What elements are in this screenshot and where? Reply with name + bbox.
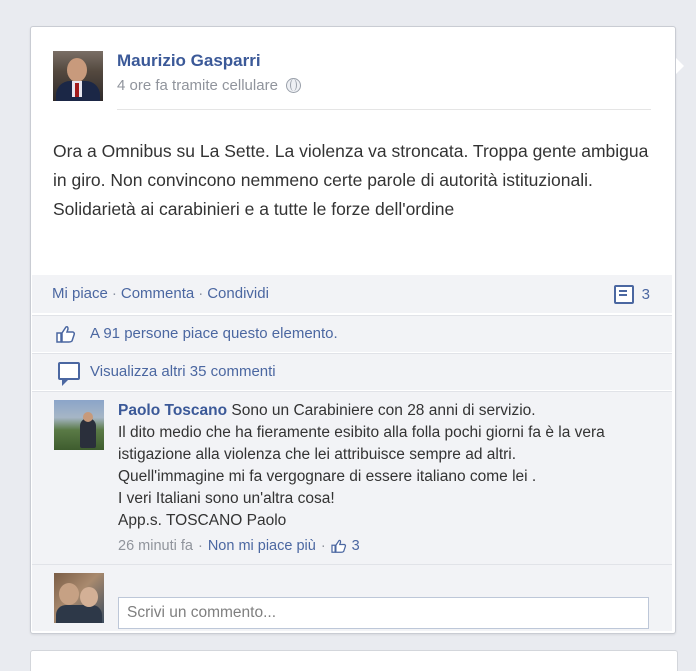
likes-text[interactable]: A 91 persone piace questo elemento. bbox=[90, 325, 338, 342]
share-link[interactable]: Condividi bbox=[207, 285, 269, 302]
avatar-face-1 bbox=[59, 583, 79, 605]
unlike-link[interactable]: Non mi piace più bbox=[208, 538, 316, 554]
avatar-person bbox=[80, 418, 96, 448]
action-links: Mi piace · Commenta · Condividi bbox=[52, 285, 269, 302]
post-actions-bar: Mi piace · Commenta · Condividi 3 bbox=[32, 275, 672, 313]
comment-item: Paolo Toscano Sono un Carabiniere con 28… bbox=[32, 391, 672, 564]
comment-text: Sono un Carabiniere con 28 anni di servi… bbox=[118, 402, 605, 529]
comments-icon bbox=[613, 285, 634, 304]
comment-meta: 26 minuti fa · Non mi piace più · 3 bbox=[118, 538, 360, 554]
post-card: Maurizio Gasparri 4 ore fa tramite cellu… bbox=[30, 26, 676, 634]
separator-dot: · bbox=[111, 285, 117, 302]
like-link[interactable]: Mi piace bbox=[52, 285, 108, 302]
post-text: Ora a Omnibus su La Sette. La violenza v… bbox=[53, 141, 649, 219]
avatar-tie bbox=[75, 83, 79, 97]
thumbs-up-icon[interactable] bbox=[331, 539, 347, 553]
post-meta: 4 ore fa tramite cellulare bbox=[117, 77, 301, 94]
view-more-row: Visualizza altri 35 commenti bbox=[32, 353, 672, 390]
comment-time[interactable]: 26 minuti fa bbox=[118, 538, 193, 554]
comment-like-count[interactable]: 3 bbox=[352, 538, 360, 554]
separator-dot: · bbox=[197, 538, 203, 554]
avatar-face bbox=[67, 58, 87, 82]
next-card-edge bbox=[30, 650, 678, 671]
view-more-comments-link[interactable]: Visualizza altri 35 commenti bbox=[90, 363, 276, 380]
commenter-avatar[interactable] bbox=[54, 400, 104, 450]
comment-link[interactable]: Commenta bbox=[121, 285, 194, 302]
header-divider bbox=[117, 109, 651, 110]
avatar-face-2 bbox=[80, 587, 98, 607]
comment-count-value: 3 bbox=[641, 286, 650, 303]
thumbs-up-icon bbox=[56, 326, 76, 343]
separator-dot: · bbox=[198, 285, 204, 302]
comment-body: Paolo Toscano Sono un Carabiniere con 28… bbox=[118, 400, 648, 532]
comment-count[interactable]: 3 bbox=[613, 285, 650, 304]
likes-row: A 91 persone piace questo elemento. bbox=[32, 315, 672, 352]
post-timestamp[interactable]: 4 ore fa tramite cellulare bbox=[117, 77, 278, 94]
globe-icon[interactable] bbox=[285, 78, 301, 93]
current-user-avatar[interactable] bbox=[54, 573, 104, 623]
post-author-name[interactable]: Maurizio Gasparri bbox=[117, 51, 261, 71]
page-background-top bbox=[0, 0, 696, 14]
avatar-body bbox=[56, 605, 102, 623]
comment-bubble-icon bbox=[58, 362, 80, 386]
write-comment-row bbox=[32, 564, 672, 631]
avatar-head bbox=[83, 412, 93, 422]
author-avatar[interactable] bbox=[53, 51, 103, 101]
separator-dot: · bbox=[320, 538, 326, 554]
card-pointer bbox=[676, 58, 684, 74]
comment-input[interactable] bbox=[118, 597, 649, 629]
commenter-name[interactable]: Paolo Toscano bbox=[118, 402, 227, 419]
